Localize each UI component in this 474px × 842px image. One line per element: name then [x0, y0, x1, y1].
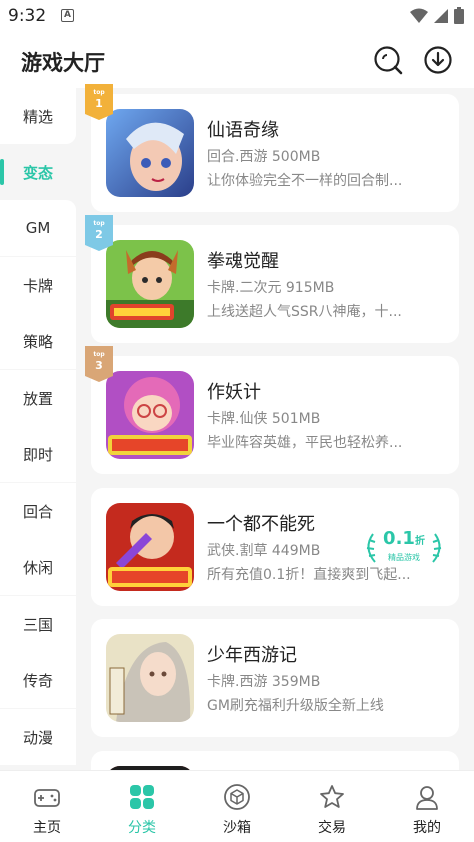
category-icon	[130, 785, 154, 809]
game-card[interactable]: top 3 作妖计 卡牌.仙侠 501MB 毕业阵容英雄，平民也轻松养...	[85, 346, 459, 474]
game-card[interactable]: 少年西游记 卡牌.西游 359MB GM刷充福利升级版全新上线	[91, 619, 459, 737]
rank-badge: top 3	[85, 346, 113, 382]
sidebar-item-gm[interactable]: GM	[0, 200, 76, 256]
sidebar-item-label: 三国	[22, 615, 53, 634]
rank-badge: top 1	[85, 84, 113, 120]
sidebar-item-label: 变态	[22, 163, 53, 182]
game-name: 一个都不能死	[207, 514, 315, 535]
game-meta: 卡牌.二次元 915MB	[207, 280, 335, 296]
tab-category[interactable]: 分类	[95, 771, 189, 842]
notification-icon: A	[61, 9, 74, 22]
sidebar-item-three-kingdoms[interactable]: 三国	[0, 596, 76, 652]
user-icon	[416, 786, 438, 810]
sidebar-item-bt[interactable]: 变态	[0, 144, 76, 200]
game-description: 让你体验完全不一样的回合制...	[207, 173, 403, 189]
system-icons	[410, 7, 464, 24]
game-meta: 武侠.割草 449MB	[207, 543, 321, 559]
search-icon[interactable]	[373, 45, 403, 75]
page-title: 游戏大厅	[21, 51, 105, 75]
sidebar-item-featured[interactable]: 精选	[0, 88, 76, 144]
discount-subtitle: 精品游戏	[388, 553, 420, 562]
bottom-nav: 主页 分类 沙箱 交易 我的	[0, 770, 474, 842]
discount-badge: 0.1折 精品游戏	[359, 528, 449, 568]
tab-home[interactable]: 主页	[0, 771, 94, 842]
game-card[interactable]: 一个都不能死 武侠.割草 449MB 所有充值0.1折！直接爽到飞起... 0.…	[91, 488, 459, 606]
download-icon[interactable]	[423, 45, 453, 75]
game-card[interactable]: top 1 仙语奇缘 回合.西游 500MB 让你体验完全不一样的回合制...	[85, 84, 459, 212]
sidebar-item-label: 回合	[22, 502, 53, 521]
tab-sandbox[interactable]: 沙箱	[190, 771, 284, 842]
sidebar-item-label: 动漫	[22, 728, 53, 747]
star-icon	[320, 785, 344, 808]
game-icon	[106, 503, 194, 591]
battery-icon	[454, 7, 464, 24]
sidebar-item-label: 传奇	[22, 671, 53, 690]
status-time: 9:32	[8, 6, 47, 26]
game-card[interactable]: top 2 拳魂觉醒 卡牌.二次元 915MB 上线送超人气SSR八神庵，十..…	[85, 215, 459, 343]
discount-value: 0.1	[383, 528, 415, 549]
discount-unit: 折	[414, 536, 425, 547]
sidebar-item-label: 卡牌	[22, 276, 53, 295]
sidebar-item-casual[interactable]: 休闲	[0, 539, 76, 595]
sidebar-item-label: 休闲	[22, 558, 53, 577]
status-bar: 9:32 A	[0, 0, 474, 32]
game-name: 作妖计	[207, 382, 261, 403]
game-icon	[106, 371, 194, 459]
tab-label: 沙箱	[223, 820, 251, 836]
sidebar-item-label: GM	[25, 219, 51, 237]
app-header: 游戏大厅	[0, 32, 474, 88]
tab-label: 主页	[33, 820, 61, 836]
cube-icon	[224, 784, 250, 810]
tab-trade[interactable]: 交易	[285, 771, 379, 842]
wifi-icon	[410, 8, 428, 23]
sidebar-item-realtime[interactable]: 即时	[0, 426, 76, 482]
game-description: 上线送超人气SSR八神庵，十...	[207, 304, 402, 320]
sidebar-item-turnbased[interactable]: 回合	[0, 483, 76, 539]
rank-badge: top 2	[85, 215, 113, 251]
game-name: 仙语奇缘	[207, 120, 279, 141]
game-description: GM刷充福利升级版全新上线	[207, 698, 384, 714]
game-description: 毕业阵容英雄，平民也轻松养...	[207, 435, 403, 451]
sidebar-item-card[interactable]: 卡牌	[0, 257, 76, 313]
sidebar-item-label: 精选	[22, 107, 53, 126]
tab-label: 分类	[128, 820, 156, 836]
game-meta: 卡牌.仙侠 501MB	[207, 411, 321, 427]
gamepad-icon	[34, 789, 60, 807]
sidebar-item-legend[interactable]: 传奇	[0, 652, 76, 708]
game-meta: 卡牌.西游 359MB	[207, 674, 321, 690]
game-icon	[106, 634, 194, 722]
signal-icon	[434, 8, 448, 23]
game-name: 少年西游记	[207, 645, 297, 666]
sidebar-item-anime[interactable]: 动漫	[0, 709, 76, 765]
sidebar-item-label: 即时	[22, 445, 53, 464]
category-sidebar: 精选 变态 GM 卡牌 策略 放置 即时 回合 休闲 三国 传奇 动漫	[0, 88, 76, 770]
tab-label: 我的	[413, 820, 441, 836]
sidebar-item-strategy[interactable]: 策略	[0, 313, 76, 369]
game-icon	[106, 240, 194, 328]
tab-label: 交易	[318, 820, 346, 836]
game-name: 拳魂觉醒	[207, 251, 279, 272]
game-icon	[106, 109, 194, 197]
sidebar-item-label: 放置	[22, 389, 53, 408]
sidebar-item-idle[interactable]: 放置	[0, 370, 76, 426]
sidebar-item-label: 策略	[22, 332, 53, 351]
game-meta: 回合.西游 500MB	[207, 149, 321, 165]
tab-profile[interactable]: 我的	[380, 771, 474, 842]
